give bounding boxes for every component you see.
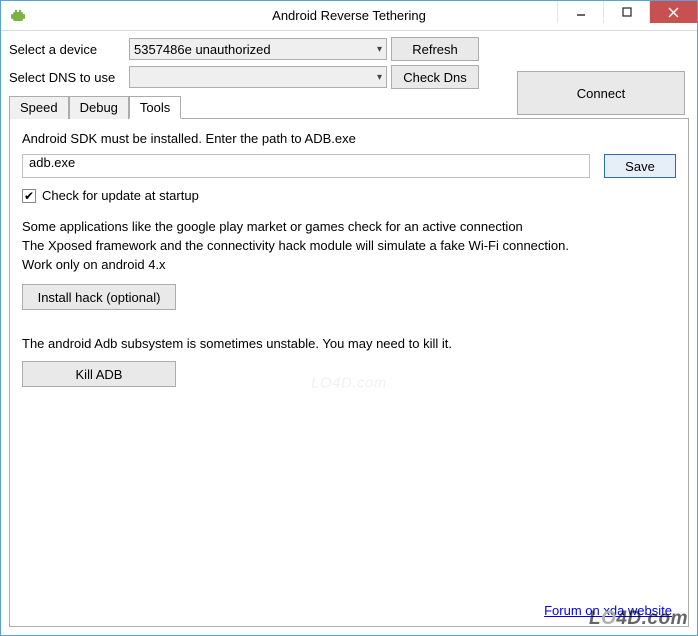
maximize-button[interactable]	[603, 1, 649, 23]
info-text-3: Work only on android 4.x	[22, 257, 676, 272]
minimize-button[interactable]	[557, 1, 603, 23]
check-update-label: Check for update at startup	[42, 188, 199, 203]
save-button[interactable]: Save	[604, 154, 676, 178]
toolbar: Select a device 5357486e unauthorized ▾ …	[1, 31, 697, 118]
info-text-1: Some applications like the google play m…	[22, 219, 676, 234]
watermark-faint: LO4D.com	[311, 374, 387, 391]
device-label: Select a device	[9, 42, 129, 57]
adb-path-input[interactable]: adb.exe	[22, 154, 590, 178]
refresh-button[interactable]: Refresh	[391, 37, 479, 61]
tab-debug[interactable]: Debug	[69, 96, 129, 119]
app-icon	[9, 7, 27, 25]
tab-tools[interactable]: Tools	[129, 96, 181, 119]
close-button[interactable]	[649, 1, 697, 23]
adb-path-value: adb.exe	[29, 155, 75, 170]
info-text-2: The Xposed framework and the connectivit…	[22, 238, 676, 253]
tools-panel: Android SDK must be installed. Enter the…	[9, 118, 689, 627]
watermark: LO4D.com	[589, 608, 688, 630]
device-select[interactable]: 5357486e unauthorized ▾	[129, 38, 387, 60]
app-window: Android Reverse Tethering Select a devic…	[0, 0, 698, 636]
adb-unstable-text: The android Adb subsystem is sometimes u…	[22, 336, 676, 351]
title-bar[interactable]: Android Reverse Tethering	[1, 1, 697, 31]
kill-adb-button[interactable]: Kill ADB	[22, 361, 176, 387]
device-select-value: 5357486e unauthorized	[134, 42, 271, 57]
install-hack-button[interactable]: Install hack (optional)	[22, 284, 176, 310]
window-controls	[557, 1, 697, 30]
dns-select[interactable]: ▾	[129, 66, 387, 88]
sdk-hint-text: Android SDK must be installed. Enter the…	[22, 131, 676, 146]
chevron-down-icon: ▾	[377, 44, 382, 55]
chevron-down-icon: ▾	[377, 72, 382, 83]
dns-label: Select DNS to use	[9, 70, 129, 85]
check-update-checkbox[interactable]: ✔	[22, 189, 36, 203]
check-update-row[interactable]: ✔ Check for update at startup	[22, 188, 676, 203]
tab-strip: Speed Debug Tools	[9, 95, 689, 118]
check-dns-button[interactable]: Check Dns	[391, 65, 479, 89]
tab-speed[interactable]: Speed	[9, 96, 69, 119]
